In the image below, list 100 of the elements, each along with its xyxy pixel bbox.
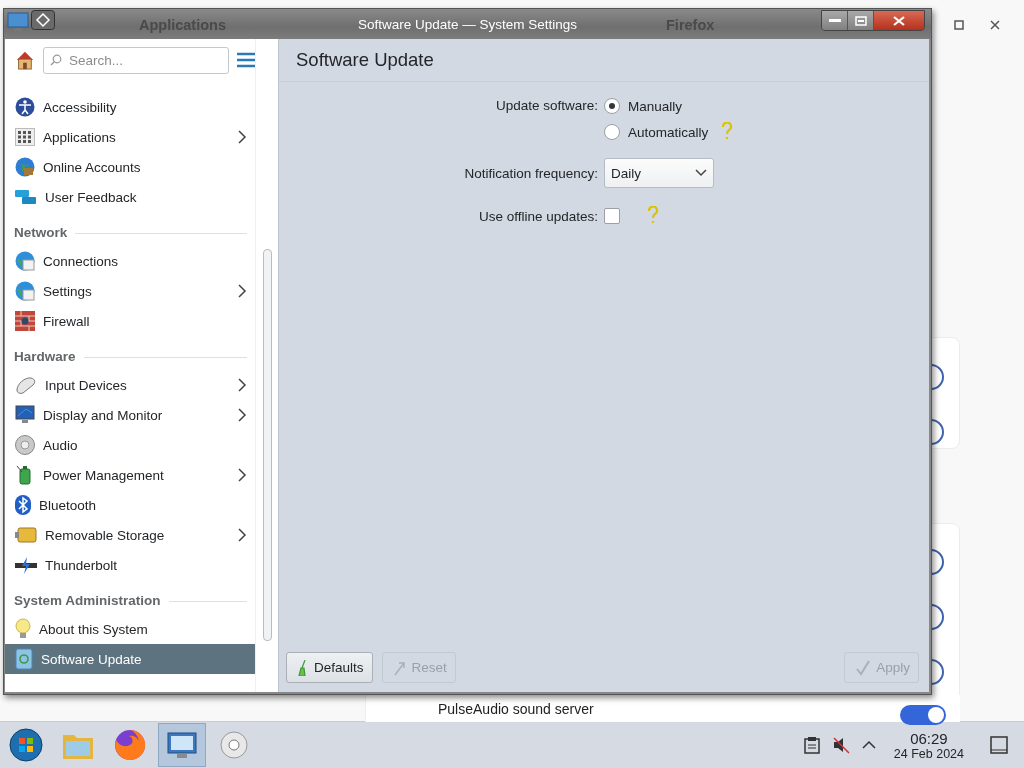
defaults-button[interactable]: Defaults: [286, 652, 373, 683]
sidebar-item[interactable]: Audio: [5, 430, 255, 460]
item-label: Removable Storage: [45, 527, 166, 543]
sidebar-item[interactable]: Connections: [5, 246, 255, 276]
sidebar-item[interactable]: Online Accounts: [5, 152, 255, 182]
grid-icon: [15, 127, 35, 147]
toggle-switch[interactable]: [900, 704, 946, 725]
option-label: Automatically: [628, 124, 709, 140]
sidebar-item[interactable]: User Feedback: [5, 182, 255, 212]
show-desktop-icon[interactable]: [990, 736, 1008, 754]
menu-icon[interactable]: [236, 52, 255, 68]
frequency-dropdown[interactable]: Daily: [604, 158, 714, 188]
item-label: Thunderbolt: [45, 557, 119, 573]
firefox-icon: [114, 729, 146, 761]
search-field[interactable]: Search...: [42, 46, 229, 74]
globe-icon: [15, 157, 35, 177]
close-icon: [990, 20, 1000, 30]
sidebar-item[interactable]: About this System: [5, 614, 255, 644]
clock-time: 06:29: [910, 729, 948, 747]
item-label: Online Accounts: [43, 159, 142, 175]
sidebar-item[interactable]: Input Devices: [5, 370, 255, 400]
item-label: Settings: [43, 283, 93, 299]
item-label: Accessibility: [43, 99, 118, 115]
page-title: Software Update: [296, 49, 434, 71]
maximize-button[interactable]: [847, 11, 873, 30]
clock-date: 24 Feb 2024: [893, 746, 964, 761]
window-title: Software Update — System Settings: [357, 16, 578, 32]
app-icon: [7, 10, 29, 32]
accessibility-icon: [15, 97, 35, 117]
field-label: Update software:: [495, 97, 598, 115]
sidebar-item[interactable]: Firewall: [5, 306, 255, 336]
radio-button[interactable]: [604, 124, 620, 140]
monitor-icon: [15, 405, 35, 425]
brick-wall-icon: [15, 311, 35, 331]
search-icon: [49, 53, 62, 66]
taskbar-app[interactable]: [158, 723, 206, 767]
item-label: About this System: [39, 621, 149, 637]
toggle-knob-icon: [930, 604, 946, 630]
home-icon: [15, 49, 35, 71]
muted-speaker-icon[interactable]: [831, 736, 850, 754]
toggle-knob-icon: [930, 419, 946, 445]
item-label: User Feedback: [45, 189, 138, 205]
globe-icon: [15, 281, 35, 301]
item-label: Power Management: [43, 467, 165, 483]
sidebar-item[interactable]: Settings: [5, 276, 255, 306]
option-label: Manually: [628, 98, 683, 114]
plug-icon: [15, 556, 37, 574]
sidebar-item[interactable]: Thunderbolt: [5, 550, 255, 580]
sidebar-item[interactable]: Power Management: [5, 460, 255, 490]
sidebar-item[interactable]: Accessibility: [5, 92, 255, 122]
scrollbar-thumb[interactable]: [262, 249, 272, 641]
arrow-icon: [392, 659, 407, 676]
chevron-right-icon: [237, 467, 247, 483]
update-icon: [15, 648, 33, 670]
maximize-icon: [854, 15, 867, 26]
sidebar-item[interactable]: Display and Monitor: [5, 400, 255, 430]
sidebar-item[interactable]: Software Update: [5, 644, 255, 674]
feedback-icon: [15, 189, 37, 205]
item-label: Audio: [43, 437, 79, 453]
globe-icon: [15, 251, 35, 271]
sidebar-item[interactable]: Applications: [5, 122, 255, 152]
item-label: Input Devices: [45, 377, 128, 393]
caret-up-icon[interactable]: [861, 740, 876, 750]
sidebar-item[interactable]: Removable Storage: [5, 520, 255, 550]
chevron-right-icon: [237, 283, 247, 299]
chevron-down-icon: [695, 169, 707, 177]
toggle-knob-icon: [930, 549, 946, 575]
drive-icon: [15, 526, 37, 544]
item-label: Connections: [43, 253, 120, 269]
checkbox[interactable]: [604, 208, 620, 224]
toggle-knob-icon: [930, 659, 946, 685]
help-icon: [646, 205, 660, 224]
maximize-icon: [954, 20, 964, 30]
clock[interactable]: 06:29 24 Feb 2024: [893, 729, 964, 761]
speaker-icon: [15, 435, 35, 455]
start-orb-icon: [9, 728, 43, 762]
section-heading: System Administration: [14, 592, 161, 610]
item-label: Software Update: [41, 651, 143, 667]
item-label: Bluetooth: [39, 497, 98, 513]
close-button[interactable]: [873, 11, 924, 30]
sidebar-item[interactable]: Bluetooth: [5, 490, 255, 520]
field-label: Notification frequency:: [464, 165, 598, 181]
bluetooth-icon: [15, 495, 31, 515]
clipboard-icon[interactable]: [803, 736, 820, 754]
close-icon: [893, 15, 905, 26]
radio-button[interactable]: [604, 98, 620, 114]
item-label: Applications: [43, 129, 117, 145]
help-icon: [720, 121, 735, 140]
chevron-right-icon: [237, 377, 247, 393]
chevron-right-icon: [237, 129, 247, 145]
chevron-right-icon: [237, 527, 247, 543]
row-label: PulseAudio sound server: [438, 700, 594, 717]
section-heading: Hardware: [14, 348, 76, 366]
field-label: Use offline updates:: [478, 208, 598, 224]
item-label: Firewall: [43, 313, 91, 329]
broom-icon: [297, 659, 309, 676]
toggle-knob-icon: [930, 364, 946, 390]
disc-icon: [219, 730, 249, 760]
mouse-icon: [15, 376, 37, 394]
minimize-button[interactable]: [822, 11, 847, 30]
